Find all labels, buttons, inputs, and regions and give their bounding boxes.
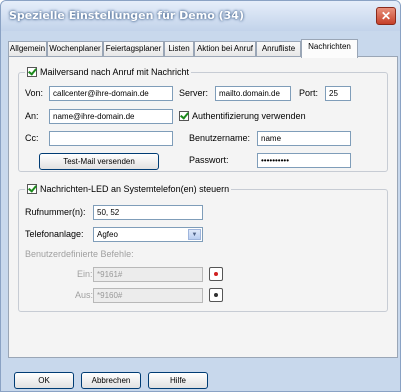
led-checkbox-row[interactable]: Nachrichten-LED an Systemtelefon(en) ste… — [25, 184, 232, 194]
led-group: Nachrichten-LED an Systemtelefon(en) ste… — [18, 184, 388, 312]
username-label: Benutzername: — [189, 133, 251, 143]
mail-group: Mailversand nach Anruf mit Nachricht Von… — [18, 67, 388, 172]
auth-checkbox-row[interactable]: Authentifizierung verwenden — [179, 111, 306, 121]
settings-window: Spezielle Einstellungen für Demo (34) ✕ … — [0, 0, 401, 392]
username-input[interactable]: name — [257, 131, 351, 146]
help-button[interactable]: Hilfe — [148, 372, 208, 389]
mail-checkbox-row[interactable]: Mailversand nach Anruf mit Nachricht — [25, 67, 192, 77]
dialog-button-bar: OK Abbrechen Hilfe — [1, 366, 400, 391]
test-mail-button[interactable]: Test-Mail versenden — [39, 153, 159, 170]
tab-allgemein[interactable]: Allgemein — [8, 41, 47, 57]
cancel-button[interactable]: Abbrechen — [81, 372, 141, 389]
telefonanlage-label: Telefonanlage: — [25, 229, 84, 239]
password-label: Passwort: — [189, 155, 229, 165]
close-icon: ✕ — [380, 9, 392, 23]
telefonanlage-value: Agfeo — [97, 230, 118, 239]
tab-wochenplaner[interactable]: Wochenplaner — [47, 41, 103, 57]
rufnummer-input[interactable]: 50, 52 — [93, 205, 203, 220]
cc-label: Cc: — [25, 133, 39, 143]
password-input[interactable]: •••••••••• — [257, 153, 351, 168]
mail-checkbox[interactable] — [27, 67, 37, 77]
aus-input[interactable]: *9160# — [93, 288, 203, 303]
tab-anrufliste[interactable]: Anrufliste — [256, 41, 301, 57]
an-input[interactable]: name@ihre-domain.de — [49, 109, 173, 124]
tab-panel-nachrichten: Mailversand nach Anruf mit Nachricht Von… — [8, 56, 398, 358]
record-icon — [214, 272, 218, 276]
title-bar: Spezielle Einstellungen für Demo (34) ✕ — [1, 1, 400, 31]
telefonanlage-select[interactable]: Agfeo ▼ — [93, 227, 203, 242]
led-off-button[interactable] — [209, 288, 223, 302]
aus-label: Aus: — [75, 290, 94, 300]
window-title: Spezielle Einstellungen für Demo (34) — [9, 9, 244, 22]
stop-icon — [214, 293, 218, 297]
cc-input[interactable] — [49, 131, 173, 146]
auth-checkbox[interactable] — [179, 111, 189, 121]
custom-commands-label: Benutzerdefinierte Befehle: — [25, 249, 134, 259]
auth-checkbox-label: Authentifizierung verwenden — [192, 111, 306, 121]
ok-button[interactable]: OK — [14, 372, 74, 389]
port-label: Port: — [299, 88, 319, 98]
tab-aktion-bei-anruf[interactable]: Aktion bei Anruf — [194, 41, 256, 57]
server-input[interactable]: mailto.domain.de — [215, 86, 291, 101]
ein-label: Ein: — [77, 269, 93, 279]
ein-input[interactable]: *9161# — [93, 267, 203, 282]
close-button[interactable]: ✕ — [376, 7, 396, 25]
server-label: Server: — [179, 88, 209, 98]
rufnummer-label: Rufnummer(n): — [25, 207, 86, 217]
tab-nachrichten[interactable]: Nachrichten — [301, 39, 358, 58]
von-input[interactable]: callcenter@ihre-domain.de — [49, 86, 173, 101]
tab-feiertagsplaner[interactable]: Feiertagsplaner — [103, 41, 164, 57]
led-on-button[interactable] — [209, 267, 223, 281]
port-input[interactable]: 25 — [325, 86, 351, 101]
von-label: Von: — [25, 88, 44, 98]
led-checkbox-label: Nachrichten-LED an Systemtelefon(en) ste… — [40, 184, 230, 194]
chevron-down-icon[interactable]: ▼ — [188, 229, 201, 240]
tab-bar: Allgemein Wochenplaner Feiertagsplaner L… — [8, 39, 398, 58]
tab-listen[interactable]: Listen — [164, 41, 194, 57]
mail-checkbox-label: Mailversand nach Anruf mit Nachricht — [40, 67, 190, 77]
an-label: An: — [25, 111, 39, 121]
led-checkbox[interactable] — [27, 184, 37, 194]
